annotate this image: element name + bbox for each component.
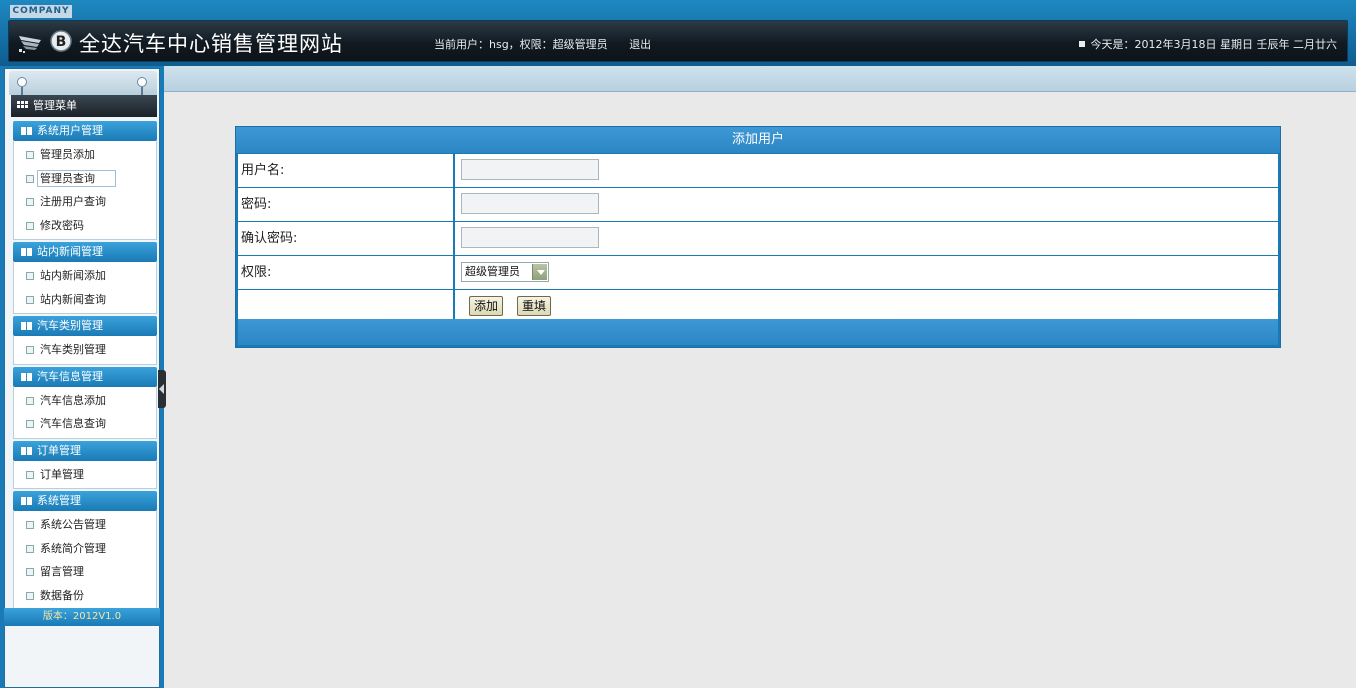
sidebar: 管理菜单 系统用户管理 管理员添加 管理员查询 注册用户查询 修改密码 站内新闻… <box>0 66 164 688</box>
menu-group-title[interactable]: 系统用户管理 <box>13 121 157 141</box>
bullet-icon <box>26 346 34 354</box>
sidebar-item-change-password[interactable]: 修改密码 <box>14 214 156 238</box>
sidebar-item-car-category[interactable]: 汽车类别管理 <box>14 338 156 362</box>
logout-link[interactable]: 退出 <box>629 38 651 51</box>
sidebar-top-bar <box>9 71 157 97</box>
user-info: 当前用户：hsg，权限：超级管理员 退出 <box>434 36 651 52</box>
sidebar-item-news-query[interactable]: 站内新闻查询 <box>14 288 156 312</box>
form-title: 添加用户 <box>236 127 1280 153</box>
menu-title: 管理菜单 <box>11 95 157 117</box>
toolbar-strip <box>0 66 1356 92</box>
bullet-square-icon <box>1078 41 1085 47</box>
bullet-icon <box>26 198 34 206</box>
sidebar-groups: 系统用户管理 管理员添加 管理员查询 注册用户查询 修改密码 站内新闻管理 站内… <box>13 121 157 612</box>
sidebar-item-admin-add[interactable]: 管理员添加 <box>14 143 156 167</box>
role-label: 权限: <box>238 256 455 289</box>
menu-group-title[interactable]: 系统管理 <box>13 491 157 511</box>
menu-group-orders: 订单管理 订单管理 <box>13 440 157 489</box>
role-select[interactable]: 超级管理员 <box>461 262 549 282</box>
username-label: 用户名: <box>238 154 455 187</box>
winged-logo-icon: B <box>19 30 72 53</box>
group-icon <box>21 497 32 505</box>
group-icon <box>21 127 32 135</box>
sidebar-item-orders[interactable]: 订单管理 <box>14 463 156 487</box>
sidebar-item-announcements[interactable]: 系统公告管理 <box>14 513 156 537</box>
bullet-icon <box>26 521 34 529</box>
pin-icon <box>137 77 147 97</box>
confirm-password-input[interactable] <box>461 227 599 248</box>
form-row-password: 密码: <box>238 188 1278 221</box>
group-icon <box>21 322 32 330</box>
role-select-value: 超级管理员 <box>465 265 520 278</box>
chevron-down-icon <box>532 264 547 280</box>
confirm-password-label: 确认密码: <box>238 222 455 255</box>
company-tag: COMPANY <box>10 5 72 18</box>
menu-group-system: 系统管理 系统公告管理 系统简介管理 留言管理 数据备份 <box>13 491 157 610</box>
sidebar-item-registered-user-query[interactable]: 注册用户查询 <box>14 190 156 214</box>
menu-group-car-category: 汽车类别管理 汽车类别管理 <box>13 316 157 365</box>
sidebar-item-system-intro[interactable]: 系统简介管理 <box>14 537 156 561</box>
bullet-icon <box>26 568 34 576</box>
menu-group-title[interactable]: 订单管理 <box>13 440 157 461</box>
menu-group-title[interactable]: 汽车类别管理 <box>13 316 157 336</box>
menu-group-car-info: 汽车信息管理 汽车信息添加 汽车信息查询 <box>13 366 157 439</box>
sidebar-item-messages[interactable]: 留言管理 <box>14 560 156 584</box>
sidebar-collapse-handle[interactable] <box>158 370 166 408</box>
version-label: 版本：2012V1.0 <box>4 608 160 626</box>
add-button[interactable]: 添加 <box>469 296 504 316</box>
sidebar-item-admin-query[interactable]: 管理员查询 <box>14 167 156 191</box>
main-content: 添加用户 用户名: 密码: 确认密码: 权限: 超级管理员 添加 重填 <box>166 92 1356 688</box>
bullet-icon <box>26 174 34 183</box>
sidebar-item-car-info-add[interactable]: 汽车信息添加 <box>14 389 156 413</box>
menu-group-system-users: 系统用户管理 管理员添加 管理员查询 注册用户查询 修改密码 <box>13 121 157 240</box>
current-user-label: 当前用户：hsg，权限：超级管理员 <box>434 38 608 51</box>
form-row-role: 权限: 超级管理员 <box>238 256 1278 289</box>
password-label: 密码: <box>238 188 455 221</box>
bullet-icon <box>26 544 34 553</box>
sidebar-item-car-info-query[interactable]: 汽车信息查询 <box>14 412 156 436</box>
form-footer-bar <box>238 319 1278 345</box>
form-row-confirm-password: 确认密码: <box>238 222 1278 255</box>
date-info: 今天是：2012年3月18日 星期日 壬辰年 二月廿六 <box>1078 36 1337 52</box>
username-input[interactable] <box>461 159 599 180</box>
menu-title-label: 管理菜单 <box>33 99 77 112</box>
group-icon <box>21 446 32 455</box>
bullet-icon <box>26 420 34 428</box>
bullet-icon <box>26 151 34 159</box>
bullet-icon <box>26 221 34 230</box>
menu-group-news: 站内新闻管理 站内新闻添加 站内新闻查询 <box>13 242 157 314</box>
sidebar-item-data-backup[interactable]: 数据备份 <box>14 584 156 608</box>
group-icon <box>21 372 32 381</box>
bullet-icon <box>26 591 34 600</box>
pin-icon <box>17 77 27 97</box>
grid-icon <box>17 101 29 111</box>
date-text: 今天是：2012年3月18日 星期日 壬辰年 二月廿六 <box>1090 38 1337 51</box>
bullet-icon <box>26 272 34 280</box>
site-title: 全达汽车中心销售管理网站 <box>79 32 343 56</box>
header-bar: B 全达汽车中心销售管理网站 当前用户：hsg，权限：超级管理员 退出 今天是：… <box>8 20 1348 62</box>
svg-text:B: B <box>56 34 67 50</box>
sidebar-panel: 管理菜单 系统用户管理 管理员添加 管理员查询 注册用户查询 修改密码 站内新闻… <box>4 68 160 688</box>
group-icon <box>21 248 32 256</box>
app-header: COMPANY B 全达汽车中心销售管理网站 当前用户：hsg，权限：超级管理员… <box>0 0 1356 66</box>
sidebar-item-news-add[interactable]: 站内新闻添加 <box>14 264 156 288</box>
bullet-icon <box>26 470 34 479</box>
bullet-icon <box>26 295 34 304</box>
add-user-form: 添加用户 用户名: 密码: 确认密码: 权限: 超级管理员 添加 重填 <box>235 126 1281 348</box>
form-row-username: 用户名: <box>238 154 1278 187</box>
menu-group-title[interactable]: 站内新闻管理 <box>13 242 157 262</box>
bullet-icon <box>26 396 34 405</box>
menu-group-title[interactable]: 汽车信息管理 <box>13 366 157 387</box>
password-input[interactable] <box>461 193 599 214</box>
reset-button[interactable]: 重填 <box>517 296 552 316</box>
